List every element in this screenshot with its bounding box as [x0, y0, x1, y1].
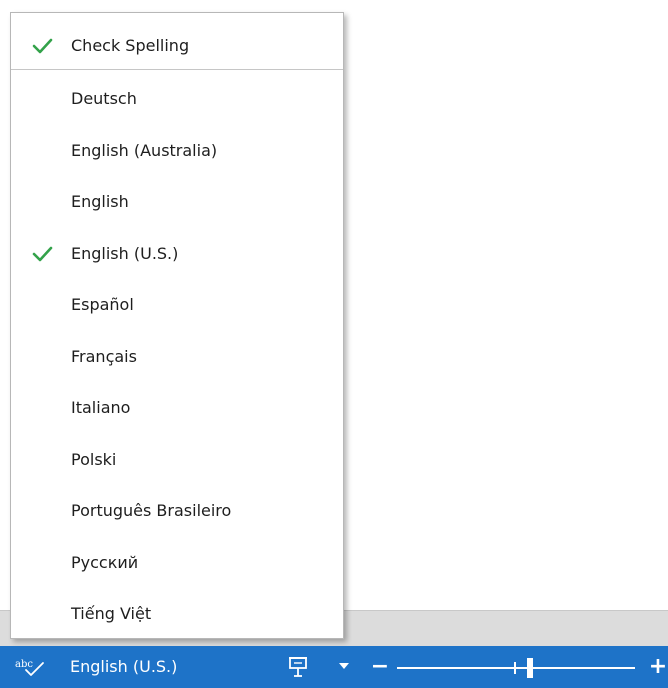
- menu-item-deutsch[interactable]: Deutsch: [11, 79, 343, 119]
- language-menu: Check Spelling Deutsch English (Australi…: [10, 12, 344, 639]
- presentation-icon[interactable]: [288, 656, 308, 678]
- menu-item-francais[interactable]: Français: [11, 337, 343, 377]
- zoom-out-button[interactable]: −: [370, 655, 390, 679]
- menu-item-label: English: [71, 192, 129, 211]
- svg-text:abc: abc: [15, 659, 33, 670]
- menu-item-check-spelling[interactable]: Check Spelling: [11, 26, 343, 66]
- menu-item-label: Français: [71, 347, 137, 366]
- menu-item-english-australia[interactable]: English (Australia): [11, 131, 343, 171]
- menu-item-italiano[interactable]: Italiano: [11, 388, 343, 428]
- status-bar: abc English (U.S.) − +: [0, 646, 668, 688]
- spelling-check-icon[interactable]: abc: [14, 656, 46, 678]
- menu-item-label: Polski: [71, 450, 117, 469]
- menu-item-label: Español: [71, 295, 134, 314]
- menu-item-label: Check Spelling: [71, 36, 190, 55]
- menu-item-label: English (U.S.): [71, 244, 179, 263]
- menu-item-polski[interactable]: Polski: [11, 440, 343, 480]
- zoom-slider-track[interactable]: [397, 667, 635, 669]
- menu-item-english[interactable]: English: [11, 182, 343, 222]
- menu-item-portugues-brasileiro[interactable]: Português Brasileiro: [11, 491, 343, 531]
- zoom-slider-thumb[interactable]: [527, 658, 533, 678]
- menu-item-label: Deutsch: [71, 89, 137, 108]
- menu-item-espanol[interactable]: Español: [11, 285, 343, 325]
- checkmark-icon: [32, 246, 53, 262]
- menu-item-label: Русский: [71, 553, 139, 572]
- chevron-down-icon[interactable]: [336, 658, 352, 674]
- menu-item-label: English (Australia): [71, 141, 218, 160]
- language-status-button[interactable]: English (U.S.): [70, 656, 177, 678]
- menu-separator: [11, 69, 343, 70]
- app-window: Check Spelling Deutsch English (Australi…: [0, 0, 668, 688]
- zoom-slider-center-tick: [514, 662, 516, 674]
- menu-item-label: Português Brasileiro: [71, 501, 232, 520]
- menu-item-english-us[interactable]: English (U.S.): [11, 234, 343, 274]
- menu-item-russian[interactable]: Русский: [11, 543, 343, 583]
- zoom-in-button[interactable]: +: [648, 655, 668, 679]
- menu-item-label: Tiếng Việt: [71, 604, 152, 623]
- menu-item-label: Italiano: [71, 398, 131, 417]
- checkmark-icon: [32, 38, 53, 54]
- menu-item-vietnamese[interactable]: Tiếng Việt: [11, 594, 343, 634]
